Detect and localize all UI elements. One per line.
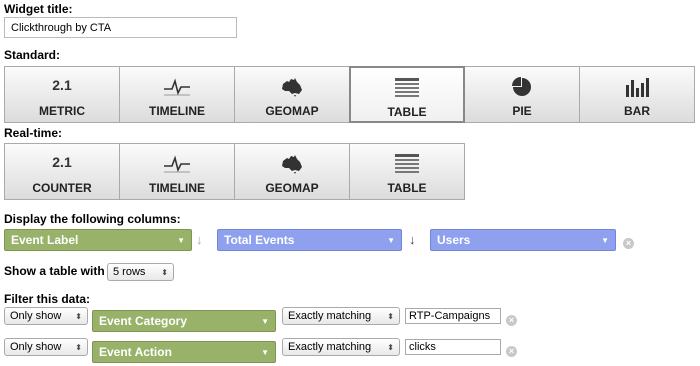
column-select-total-events[interactable]: Total Events ▼ (217, 229, 402, 251)
standard-bar-button[interactable]: BAR (579, 66, 695, 123)
counter-number: 2.1 (52, 154, 72, 170)
rows-value: 5 rows (113, 266, 146, 278)
updown-icon: ⬍ (75, 342, 82, 352)
filter-dimension-value: Event Category (99, 314, 188, 328)
column-name: Event Label (11, 233, 79, 247)
column-select-event-label[interactable]: Event Label ▼ (4, 229, 192, 251)
filter-mode-select[interactable]: Only show ⬍ (4, 307, 88, 325)
standard-pie-button[interactable]: PIE (464, 66, 580, 123)
remove-filter-icon[interactable]: × (506, 315, 517, 326)
timeline-icon (164, 153, 190, 175)
rt-table-label: TABLE (387, 181, 427, 195)
chevron-down-icon: ▼ (261, 316, 269, 326)
filter-mode-select[interactable]: Only show ⬍ (4, 338, 88, 356)
widget-title-label: Widget title: (4, 2, 73, 16)
chevron-down-icon: ▼ (601, 235, 609, 245)
sort-arrow-down-icon[interactable]: ↓ (409, 232, 416, 247)
pie-label: PIE (512, 104, 532, 118)
table-icon (395, 153, 419, 175)
column-name: Users (437, 233, 471, 247)
chevron-down-icon: ▼ (261, 347, 269, 357)
arrow-down-icon: ↓ (196, 232, 203, 247)
realtime-counter-button[interactable]: 2.1 COUNTER (4, 143, 120, 200)
updown-icon: ⬍ (387, 311, 394, 321)
timeline-icon (164, 76, 190, 98)
standard-timeline-button[interactable]: TIMELINE (119, 66, 235, 123)
rows-label: Show a table with (4, 264, 105, 278)
filter-dimension-value: Event Action (99, 345, 172, 359)
filter-dimension-select[interactable]: Event Category ▼ (92, 310, 276, 332)
filter-value-input[interactable] (405, 339, 501, 355)
bar-label: BAR (624, 104, 650, 118)
filter-mode-value: Only show (10, 310, 62, 322)
columns-label: Display the following columns: (4, 212, 181, 226)
standard-button-row: 2.1 METRIC TIMELINE GEOMAP TABLE PIE BAR (4, 66, 695, 123)
australia-map-icon (280, 153, 304, 175)
standard-label: Standard: (4, 48, 61, 62)
updown-icon: ⬍ (387, 342, 394, 352)
bar-chart-icon (625, 76, 649, 98)
filter-match-value: Exactly matching (288, 341, 372, 353)
column-select-users[interactable]: Users ▼ (430, 229, 616, 251)
filter-match-select[interactable]: Exactly matching ⬍ (282, 338, 400, 356)
chevron-down-icon: ▼ (387, 235, 395, 245)
realtime-geomap-button[interactable]: GEOMAP (234, 143, 350, 200)
filter-match-value: Exactly matching (288, 310, 372, 322)
table-label: TABLE (387, 105, 427, 119)
chevron-down-icon: ▼ (177, 235, 185, 245)
filter-label: Filter this data: (4, 292, 91, 306)
realtime-timeline-button[interactable]: TIMELINE (119, 143, 235, 200)
remove-column-icon[interactable]: × (623, 238, 634, 249)
standard-table-button[interactable]: TABLE (349, 66, 465, 123)
filter-mode-value: Only show (10, 341, 62, 353)
widget-title-input[interactable] (4, 17, 237, 38)
standard-geomap-button[interactable]: GEOMAP (234, 66, 350, 123)
remove-filter-icon[interactable]: × (506, 346, 517, 357)
table-icon (395, 77, 419, 99)
realtime-table-button[interactable]: TABLE (349, 143, 465, 200)
realtime-button-row: 2.1 COUNTER TIMELINE GEOMAP TABLE (4, 143, 465, 200)
realtime-label: Real-time: (4, 126, 63, 140)
rows-select[interactable]: 5 rows ⬍ (107, 263, 174, 281)
metric-label: METRIC (39, 104, 85, 118)
filter-dimension-select[interactable]: Event Action ▼ (92, 341, 276, 363)
column-name: Total Events (224, 233, 295, 247)
updown-icon: ⬍ (161, 267, 168, 277)
rt-timeline-label: TIMELINE (149, 181, 205, 195)
filter-match-select[interactable]: Exactly matching ⬍ (282, 307, 400, 325)
standard-metric-button[interactable]: 2.1 METRIC (4, 66, 120, 123)
pie-icon (512, 76, 532, 98)
geomap-label: GEOMAP (265, 104, 319, 118)
timeline-label: TIMELINE (149, 104, 205, 118)
australia-map-icon (280, 76, 304, 98)
counter-label: COUNTER (32, 181, 92, 195)
filter-value-input[interactable] (405, 308, 501, 324)
metric-number: 2.1 (52, 77, 72, 93)
updown-icon: ⬍ (75, 311, 82, 321)
rt-geomap-label: GEOMAP (265, 181, 319, 195)
